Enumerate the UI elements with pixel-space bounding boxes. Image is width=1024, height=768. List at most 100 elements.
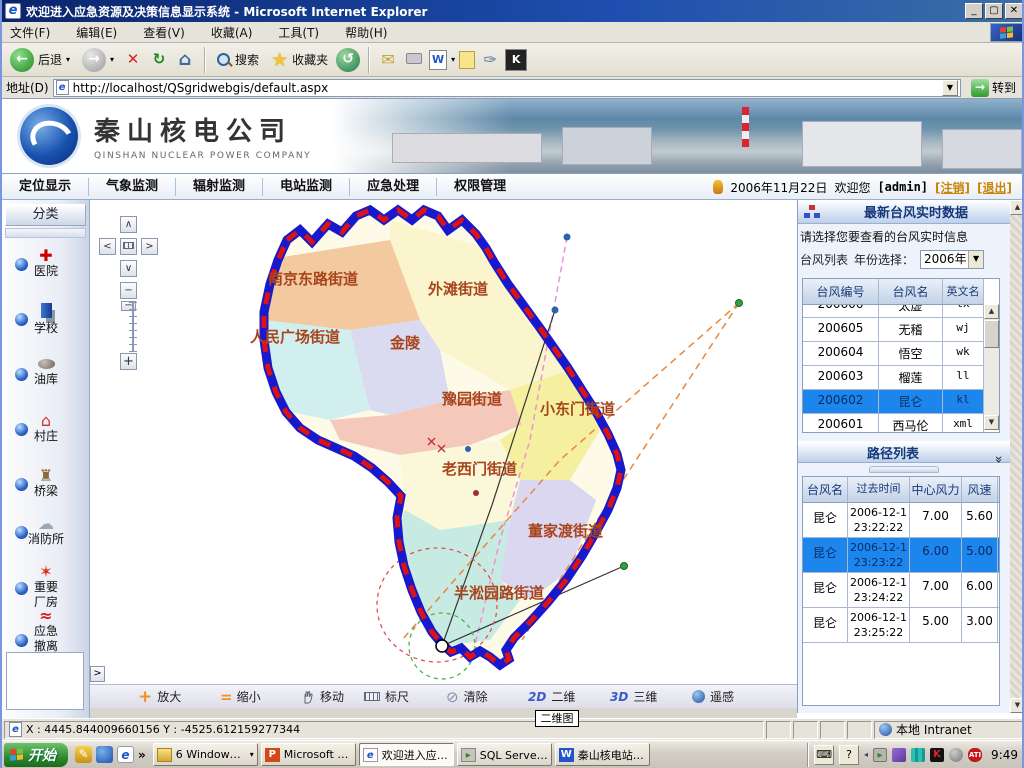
tab-weather-monitor[interactable]: 气象监测 — [89, 178, 176, 196]
refresh-button[interactable]: ↻ — [148, 49, 170, 71]
search-button[interactable]: 搜索 — [213, 49, 263, 70]
messenger-button[interactable]: ✑ — [479, 49, 501, 71]
sidebar-item-fire-station[interactable]: ☁ 消防所 — [2, 516, 90, 547]
table-row[interactable]: 昆仑2006-12-1 23:24:227.006.00 — [803, 573, 999, 608]
sql-server-tray-icon[interactable]: ▸ — [873, 748, 887, 762]
scroll-up-icon[interactable]: ▲ — [984, 304, 999, 319]
kankan-button[interactable]: K — [505, 49, 527, 71]
ime-keyboard-button[interactable]: ⌨ — [814, 745, 834, 765]
task-ie-emergency[interactable]: e 欢迎进入应急资... — [359, 743, 454, 766]
task-group-dropdown-icon[interactable]: ▾ — [250, 750, 254, 759]
extent-button[interactable] — [120, 238, 137, 255]
tab-locate-display[interactable]: 定位显示 — [2, 178, 89, 196]
maximize-button[interactable]: ▢ — [985, 3, 1003, 19]
quick-launch-ie-icon[interactable]: e — [117, 746, 134, 763]
sidebar-item-village[interactable]: ⌂ 村庄 — [2, 413, 90, 444]
address-url[interactable]: http://localhost/QSgridwebgis/default.as… — [73, 81, 938, 95]
tray-expand-icon[interactable]: ◂ — [864, 750, 868, 759]
go-button[interactable]: → 转到 — [965, 78, 1022, 98]
table-row[interactable]: 昆仑2006-12-1 23:23:226.005.00 — [803, 538, 999, 573]
logout-link[interactable]: [注销] — [935, 179, 970, 196]
quick-launch-more-icon[interactable]: » — [138, 748, 146, 762]
scroll-down-icon[interactable]: ▼ — [984, 415, 999, 430]
print-button[interactable] — [403, 49, 425, 71]
layer-toggle-icon[interactable] — [15, 478, 28, 491]
zoom-out-tool[interactable]: = 缩小 — [220, 688, 302, 706]
notes-button[interactable] — [459, 51, 475, 69]
quick-launch-desktop-icon[interactable] — [96, 746, 113, 763]
year-dropdown-icon[interactable]: ▼ — [968, 251, 983, 268]
tab-radiation-monitor[interactable]: 辐射监测 — [176, 178, 263, 196]
sidebar-title[interactable]: 分类 — [5, 204, 86, 226]
layer-toggle-icon[interactable] — [15, 526, 28, 539]
ati-tray-icon[interactable]: ATI — [968, 748, 982, 762]
table-row[interactable]: 200603榴莲ll — [803, 366, 984, 390]
pan-tool[interactable]: 移动 — [302, 688, 364, 705]
forward-dropdown-icon[interactable]: ▾ — [110, 55, 114, 64]
typhoon-table-scrollbar[interactable]: ▲ ▼ — [983, 304, 999, 430]
task-powerpoint[interactable]: P Microsoft PowerP... — [261, 743, 356, 766]
table-row[interactable]: 200605无稽wj — [803, 318, 984, 342]
view-3d-tool[interactable]: 3D 三维 — [610, 688, 692, 705]
task-sql-server[interactable]: ▸ SQL Server 服务... — [457, 743, 552, 766]
favorites-button[interactable]: ★ 收藏夹 — [267, 47, 332, 73]
menu-file[interactable]: 文件(F) — [10, 24, 50, 41]
menu-help[interactable]: 帮助(H) — [345, 24, 387, 41]
quick-launch-pencil-icon[interactable]: ✎ — [75, 746, 92, 763]
history-button[interactable]: ↺ — [336, 48, 360, 72]
volume-tray-icon[interactable] — [949, 748, 963, 762]
layer-toggle-icon[interactable] — [15, 368, 28, 381]
table-row[interactable]: 200604悟空wk — [803, 342, 984, 366]
sidebar-item-bridge[interactable]: ♜ 桥梁 — [2, 468, 90, 499]
zoom-in-tool[interactable]: + 放大 — [138, 688, 220, 705]
tab-station-monitor[interactable]: 电站监测 — [263, 178, 350, 196]
home-button[interactable]: ⌂ — [174, 49, 196, 71]
menu-favorites[interactable]: 收藏(A) — [211, 24, 253, 41]
table-row[interactable]: 200602昆仑kl — [803, 390, 984, 414]
task-word-doc[interactable]: W 秦山核电站应急... — [555, 743, 650, 766]
network-tray-icon[interactable] — [892, 748, 906, 762]
back-button[interactable]: ← 后退 ▾ — [6, 46, 74, 74]
layer-toggle-icon[interactable] — [15, 423, 28, 436]
layer-toggle-icon[interactable] — [15, 313, 28, 326]
sidebar-expand-button[interactable]: > — [90, 666, 105, 682]
mail-button[interactable]: ✉ — [377, 49, 399, 71]
ruler-tool[interactable]: 标尺 — [364, 688, 446, 705]
antivirus-tray-icon[interactable]: K — [930, 748, 944, 762]
year-select[interactable]: 2006年 ▼ — [920, 250, 984, 269]
page-scroll-up-icon[interactable]: ▲ — [1010, 200, 1024, 215]
tab-permission-mgmt[interactable]: 权限管理 — [437, 178, 523, 196]
sidebar-item-oil-depot[interactable]: 油库 — [2, 358, 90, 387]
page-scrollbar[interactable]: ▲ ▼ — [1010, 200, 1024, 713]
tab-emergency-handling[interactable]: 应急处理 — [350, 178, 437, 196]
map-canvas[interactable]: 南京东路街道外滩街道人民广场街道金陵豫园街道小东门街道老西门街道董家渡街道半淞园… — [90, 200, 797, 718]
layer-toggle-icon[interactable] — [15, 634, 28, 647]
zoom-slider-track[interactable] — [126, 302, 140, 352]
district-map[interactable]: 南京东路街道外滩街道人民广场街道金陵豫园街道小东门街道老西门街道董家渡街道半淞园… — [90, 200, 797, 684]
ime-help-button[interactable]: ? — [839, 745, 859, 765]
edit-with-word-button[interactable]: W — [429, 50, 447, 70]
pan-right-button[interactable]: > — [141, 238, 158, 255]
address-dropdown-button[interactable]: ▼ — [942, 80, 958, 96]
stop-button[interactable]: ✕ — [122, 49, 144, 71]
table-row[interactable]: 昆仑2006-12-1 23:25:225.003.00 — [803, 608, 999, 643]
pan-left-button[interactable]: < — [99, 238, 116, 255]
minimize-button[interactable]: _ — [965, 3, 983, 19]
task-windows-explorer[interactable]: 6 Windows Expl... ▾ — [153, 743, 258, 766]
pan-up-button[interactable]: ∧ — [120, 216, 137, 233]
menu-edit[interactable]: 编辑(E) — [76, 24, 117, 41]
sidebar-item-hospital[interactable]: ✚ 医院 — [2, 248, 90, 279]
menu-view[interactable]: 查看(V) — [143, 24, 185, 41]
pan-down-button[interactable]: ∨ — [120, 260, 137, 277]
messenger-tray-icon[interactable] — [911, 748, 925, 762]
forward-button[interactable]: → ▾ — [78, 46, 118, 74]
menu-tools[interactable]: 工具(T) — [278, 24, 319, 41]
start-button[interactable]: 开始 — [4, 743, 68, 767]
collapse-chevron-icon[interactable]: « — [992, 441, 1007, 463]
clear-tool[interactable]: ⊘ 清除 — [446, 688, 528, 706]
table-row[interactable]: 200601西马伦xml — [803, 414, 984, 432]
remote-sensing-tool[interactable]: 遥感 — [692, 688, 774, 705]
edit-dropdown-icon[interactable]: ▾ — [451, 55, 455, 64]
sidebar-item-school[interactable]: 学校 — [2, 303, 90, 336]
scrollbar-thumb[interactable] — [984, 320, 999, 348]
